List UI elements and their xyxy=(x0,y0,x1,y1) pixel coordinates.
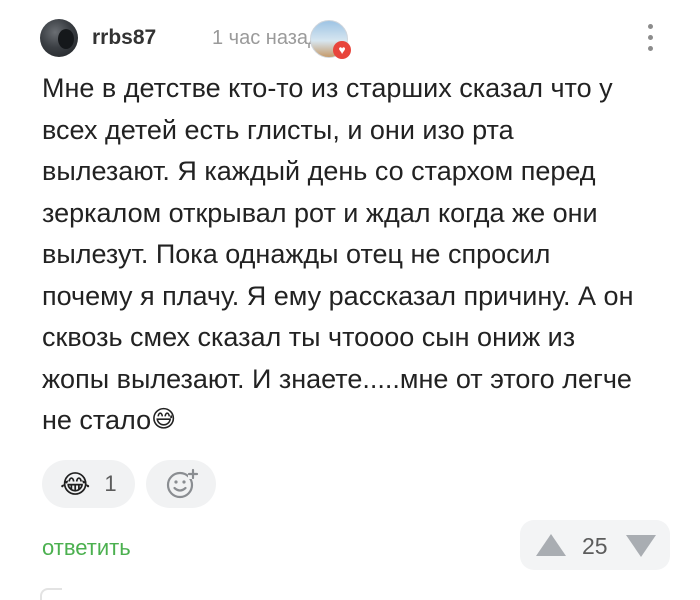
downvote-arrow-icon[interactable] xyxy=(626,535,656,557)
reaction-laugh-button[interactable]: 😂 1 xyxy=(42,460,135,508)
thread-line xyxy=(40,588,62,600)
sweat-smile-emoji-icon: 😅 xyxy=(151,406,177,433)
user-avatar[interactable] xyxy=(40,19,78,57)
comment-header: rrbs87 1 час назад ♥ xyxy=(40,18,670,59)
laughing-emoji-icon: 😂 xyxy=(60,469,91,499)
comment-text: Мне в детстве кто-то из старших сказал ч… xyxy=(42,73,634,435)
add-emoji-icon xyxy=(166,468,199,499)
rating-widget: 25 xyxy=(520,520,670,570)
add-reaction-button[interactable] xyxy=(146,460,216,508)
upvote-arrow-icon[interactable] xyxy=(536,534,566,556)
rating-count: 25 xyxy=(582,533,608,559)
reply-link[interactable]: ответить xyxy=(42,535,131,561)
username-link[interactable]: rrbs87 xyxy=(92,26,156,50)
reaction-count: 1 xyxy=(104,471,117,496)
award-badge-icon[interactable]: ♥ xyxy=(310,20,351,59)
comment-timestamp: 1 час назад xyxy=(212,27,320,49)
comment-body: Мне в детстве кто-то из старших сказал ч… xyxy=(42,68,678,442)
heart-icon: ♥ xyxy=(333,41,351,59)
more-options-icon[interactable] xyxy=(640,20,660,56)
